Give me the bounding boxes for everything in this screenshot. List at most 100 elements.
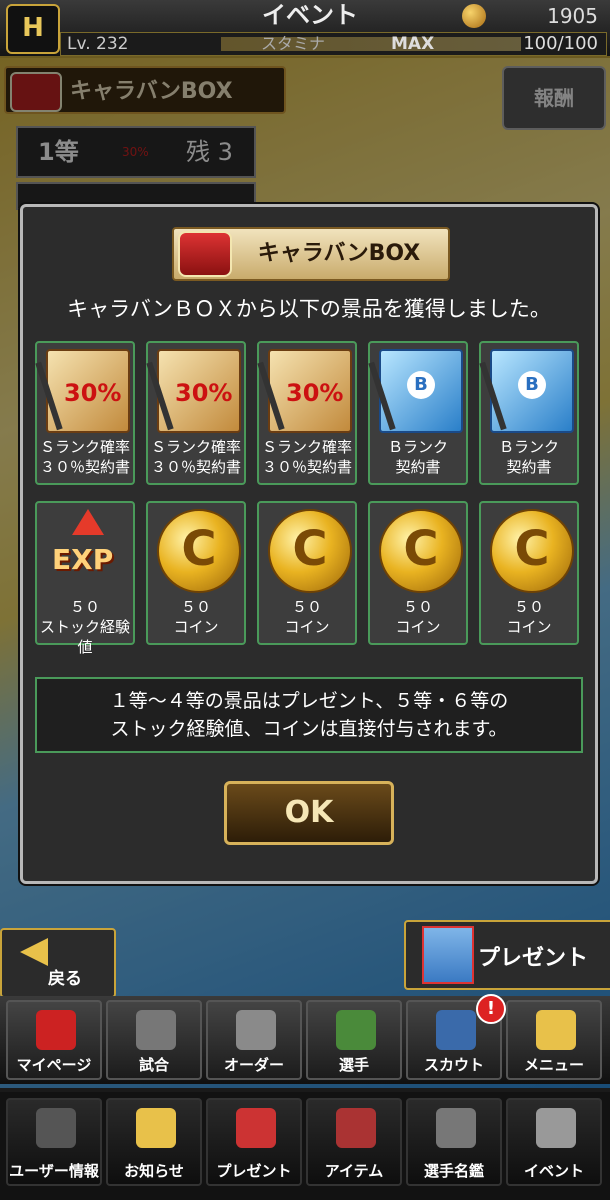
- nav-match[interactable]: 試合: [106, 1000, 202, 1080]
- reward-item: 30% Ｓランク確率 ３０％契約書: [35, 341, 135, 485]
- coin-count: 1905: [547, 4, 598, 28]
- present-button[interactable]: プレゼント: [404, 920, 610, 990]
- nav-label: イベント: [523, 1162, 584, 1180]
- diamond-field-icon: [236, 1010, 276, 1050]
- nav-player-book[interactable]: 選手名鑑: [406, 1098, 502, 1186]
- reward-item-label: Ｓランク確率 ３０％契約書: [150, 438, 241, 476]
- news-icon: [136, 1108, 176, 1148]
- reward-item: C ５０ コイン: [146, 501, 246, 645]
- reward-item-label: Ｂランク 契約書: [387, 438, 448, 476]
- reward-item-label: Ｂランク 契約書: [498, 438, 559, 476]
- rank-b-emblem: B: [407, 371, 435, 399]
- pen-icon: [146, 361, 174, 431]
- pen-icon: [257, 361, 285, 431]
- nav-label: お知らせ: [124, 1162, 184, 1180]
- notification-badge: !: [476, 994, 506, 1024]
- pen-icon: [479, 361, 507, 431]
- nav-news[interactable]: お知らせ: [106, 1098, 202, 1186]
- reward-item-label: ５０ ストック経験値: [39, 598, 130, 656]
- team-logo[interactable]: H: [6, 4, 60, 54]
- gift-icon: [236, 1108, 276, 1148]
- stamina-value: 100/100: [523, 33, 598, 54]
- pen-icon: [35, 361, 63, 431]
- present-label: プレゼント: [478, 946, 589, 971]
- nav-label: ユーザー情報: [9, 1162, 99, 1180]
- dialog-title: キャラバンBOX: [257, 241, 421, 266]
- stamina-label: スタミナ: [261, 34, 326, 53]
- player-level: Lv. 232: [67, 34, 129, 54]
- reward-note: １等～４等の景品はプレゼント、５等・６等の ストック経験値、コインは直接付与され…: [35, 677, 583, 753]
- nav-user-info[interactable]: ユーザー情報: [6, 1098, 102, 1186]
- coin-icon: [462, 4, 486, 28]
- nav-players[interactable]: 選手: [306, 1000, 402, 1080]
- nav-label: メニュー: [523, 1056, 584, 1074]
- reward-item-label: ５０ コイン: [173, 598, 219, 636]
- level-stamina-row: Lv. 232 スタミナ MAX 100/100: [60, 32, 607, 56]
- exp-text: EXP: [52, 543, 114, 576]
- nav-mypage[interactable]: マイページ: [6, 1000, 102, 1080]
- coin-icon: C: [490, 509, 574, 593]
- item-book-icon: [336, 1108, 376, 1148]
- reward-item-label: ５０ コイン: [506, 598, 552, 636]
- status-bar: H イベント 1905 Lv. 232 スタミナ MAX 100/100: [0, 0, 610, 58]
- exp-icon: EXP: [46, 509, 126, 589]
- reward-item: C ５０ コイン: [368, 501, 468, 645]
- nav-present[interactable]: プレゼント: [206, 1098, 302, 1186]
- nav-event[interactable]: イベント: [506, 1098, 602, 1186]
- nav-label: 選手名鑑: [423, 1162, 484, 1180]
- coin-icon: C: [268, 509, 352, 593]
- user-info-icon: [36, 1108, 76, 1148]
- nav-menu[interactable]: メニュー: [506, 1000, 602, 1080]
- reward-item: 30% Ｓランク確率 ３０％契約書: [257, 341, 357, 485]
- nav-scout[interactable]: スカウト!: [406, 994, 506, 1080]
- nav-label: オーダー: [223, 1056, 284, 1074]
- b-rank-contract-icon: B: [368, 349, 463, 433]
- baseball-field-icon: [136, 1010, 176, 1050]
- baseball-bats-icon: [536, 1108, 576, 1148]
- reward-item-label: Ｓランク確率 ３０％契約書: [39, 438, 130, 476]
- s-rank-contract-icon: 30%: [35, 349, 130, 433]
- menu-character-icon: [536, 1010, 576, 1050]
- reward-item: C ５０ コイン: [257, 501, 357, 645]
- back-label: 戻る: [48, 969, 82, 989]
- dialog-header: キャラバンBOX: [172, 227, 450, 281]
- reward-item: C ５０ コイン: [479, 501, 579, 645]
- s-rank-contract-icon: 30%: [257, 349, 352, 433]
- b-rank-contract-icon: B: [479, 349, 574, 433]
- nav-order[interactable]: オーダー: [206, 1000, 302, 1080]
- nav-label: スカウト: [423, 1056, 484, 1074]
- gift-icon: [422, 926, 474, 984]
- coin-counter: 1905: [462, 4, 602, 28]
- stamina-max-label: MAX: [391, 34, 435, 54]
- reward-item: B Ｂランク 契約書: [368, 341, 468, 485]
- scout-card-icon: [436, 1010, 476, 1050]
- pitcher-icon: [336, 1010, 376, 1050]
- ok-button[interactable]: OK: [224, 781, 394, 845]
- coin-icon: C: [157, 509, 241, 593]
- sub-nav-bar: ユーザー情報 お知らせ プレゼント アイテム 選手名鑑 イベント: [0, 1092, 610, 1200]
- reward-item-label: ５０ コイン: [395, 598, 441, 636]
- back-button[interactable]: 戻る: [0, 928, 116, 998]
- reward-dialog: キャラバンBOX キャラバンＢＯＸから以下の景品を獲得しました。 30% Ｓランク…: [20, 204, 598, 884]
- nav-items[interactable]: アイテム: [306, 1098, 402, 1186]
- pen-icon: [368, 361, 396, 431]
- main-nav-bar: マイページ 試合 オーダー 選手 スカウト! メニュー: [0, 994, 610, 1084]
- screen-title: イベント: [262, 1, 358, 29]
- nav-label: 試合: [138, 1056, 169, 1074]
- reward-item-label: Ｓランク確率 ３０％契約書: [261, 438, 352, 476]
- reward-item: EXP ５０ ストック経験値: [35, 501, 135, 656]
- treasure-chest-icon: [178, 231, 232, 277]
- nav-label: マイページ: [16, 1056, 92, 1074]
- reward-item-label: ５０ コイン: [284, 598, 330, 636]
- nav-label: 選手: [338, 1056, 369, 1074]
- reward-item: 30% Ｓランク確率 ３０％契約書: [146, 341, 246, 485]
- player-book-icon: [436, 1108, 476, 1148]
- dialog-message: キャラバンＢＯＸから以下の景品を獲得しました。: [67, 297, 551, 321]
- nav-label: アイテム: [324, 1162, 384, 1180]
- s-rank-contract-icon: 30%: [146, 349, 241, 433]
- reward-item: B Ｂランク 契約書: [479, 341, 579, 485]
- nav-label: プレゼント: [216, 1162, 292, 1180]
- coin-icon: C: [379, 509, 463, 593]
- rank-b-emblem: B: [518, 371, 546, 399]
- contract-percent: 30%: [175, 379, 233, 407]
